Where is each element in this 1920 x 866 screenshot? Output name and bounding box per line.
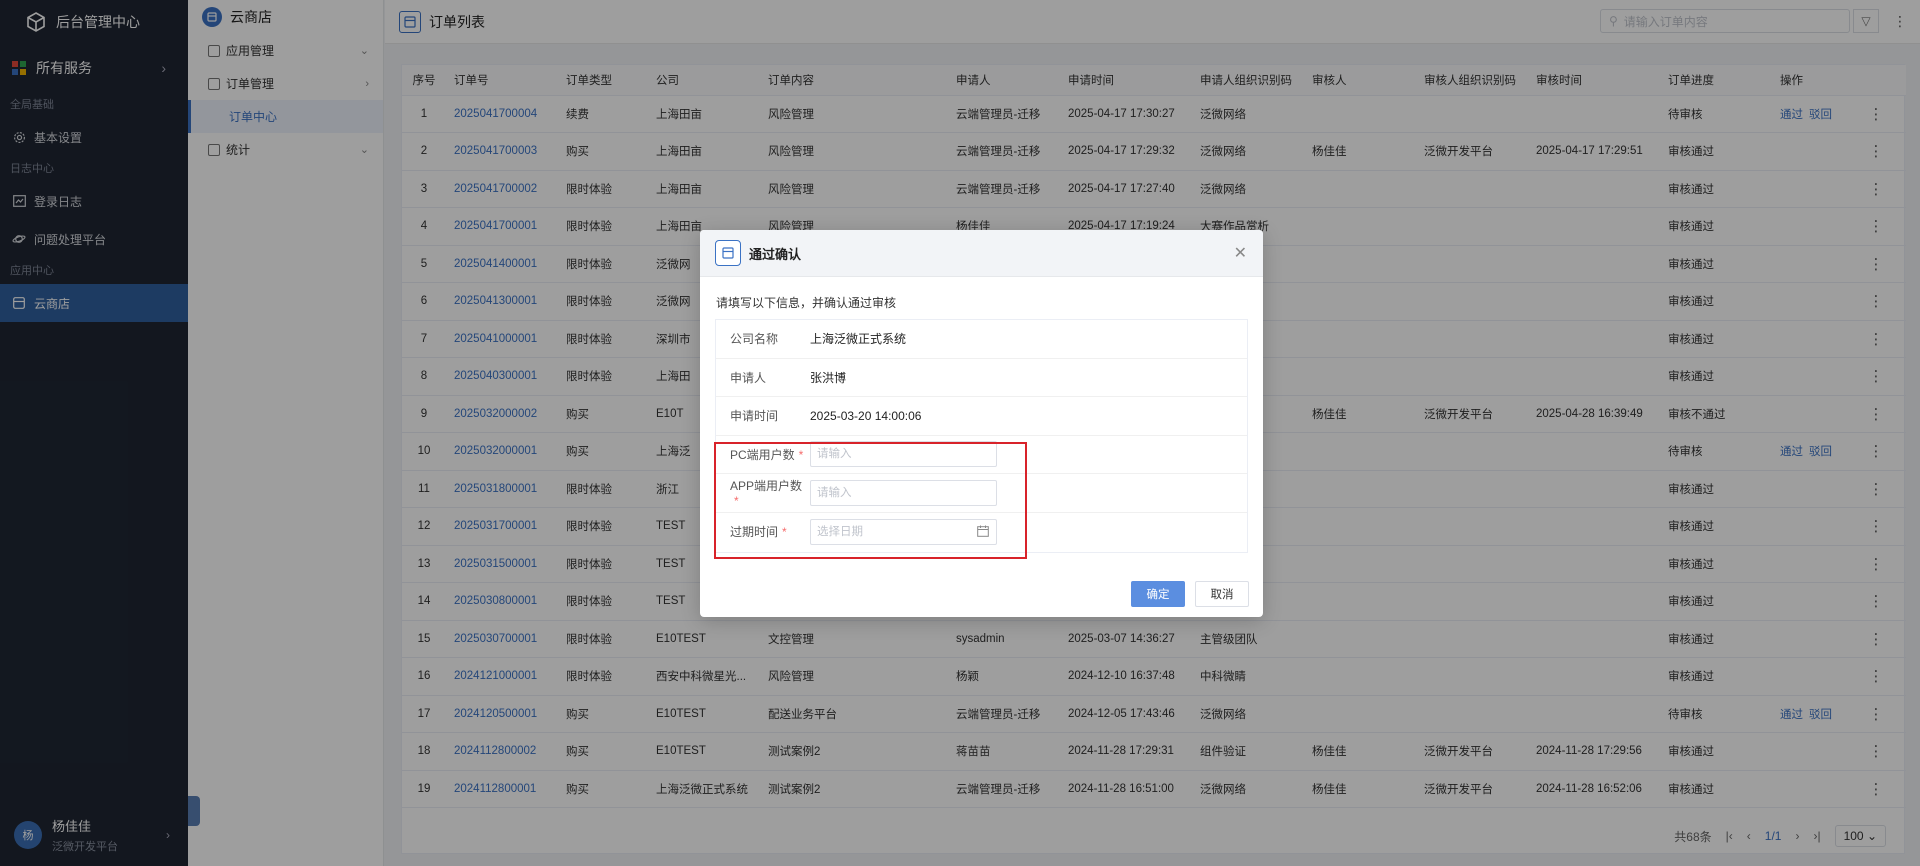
- pc-users-label-text: PC端用户数: [730, 447, 795, 462]
- close-icon[interactable]: ✕: [1234, 243, 1247, 263]
- expire-date-input[interactable]: [810, 518, 997, 545]
- app-users-label-text: APP端用户数: [730, 479, 803, 494]
- form-row-pc-users: PC端用户数 *: [716, 436, 1247, 474]
- cancel-button[interactable]: 取消: [1195, 581, 1249, 607]
- store-icon: [715, 240, 741, 266]
- approve-confirm-dialog: 通过确认 ✕ 请填写以下信息，并确认通过审核 公司名称 上海泛微正式系统 申请人…: [700, 230, 1263, 617]
- form-row-company: 公司名称 上海泛微正式系统: [716, 320, 1247, 359]
- app-users-label: APP端用户数*: [716, 477, 810, 508]
- apply-time-value: 2025-03-20 14:00:06: [810, 408, 922, 423]
- app-users-input[interactable]: [810, 479, 997, 506]
- dialog-footer: 确定 取消: [1131, 581, 1249, 607]
- pc-users-input[interactable]: [810, 441, 997, 468]
- dialog-title: 通过确认: [749, 246, 802, 262]
- confirm-button[interactable]: 确定: [1131, 581, 1185, 607]
- applicant-label: 申请人: [730, 370, 767, 385]
- dialog-tip: 请填写以下信息，并确认通过审核: [716, 296, 897, 310]
- required-mark: *: [782, 525, 787, 540]
- form-row-apply-time: 申请时间 2025-03-20 14:00:06: [716, 397, 1247, 436]
- expire-label: 过期时间 *: [716, 523, 810, 540]
- company-value: 上海泛微正式系统: [810, 332, 907, 347]
- apply-time-label: 申请时间: [730, 409, 779, 424]
- expire-label-text: 过期时间: [730, 525, 779, 540]
- required-mark: *: [798, 447, 804, 462]
- expire-date-picker[interactable]: [810, 518, 997, 545]
- form-row-app-users: APP端用户数*: [716, 474, 1247, 513]
- pc-users-label: PC端用户数 *: [716, 446, 810, 463]
- dialog-header: 通过确认 ✕: [700, 230, 1263, 277]
- company-label: 公司名称: [730, 332, 779, 347]
- form-row-applicant: 申请人 张洪博: [716, 359, 1247, 397]
- form-row-expire: 过期时间 *: [716, 513, 1247, 552]
- calendar-icon[interactable]: [977, 525, 989, 540]
- applicant-value: 张洪博: [810, 370, 847, 385]
- required-mark: *: [734, 494, 739, 509]
- approve-form: 公司名称 上海泛微正式系统 申请人 张洪博 申请时间 2025-03-20 14…: [715, 319, 1248, 553]
